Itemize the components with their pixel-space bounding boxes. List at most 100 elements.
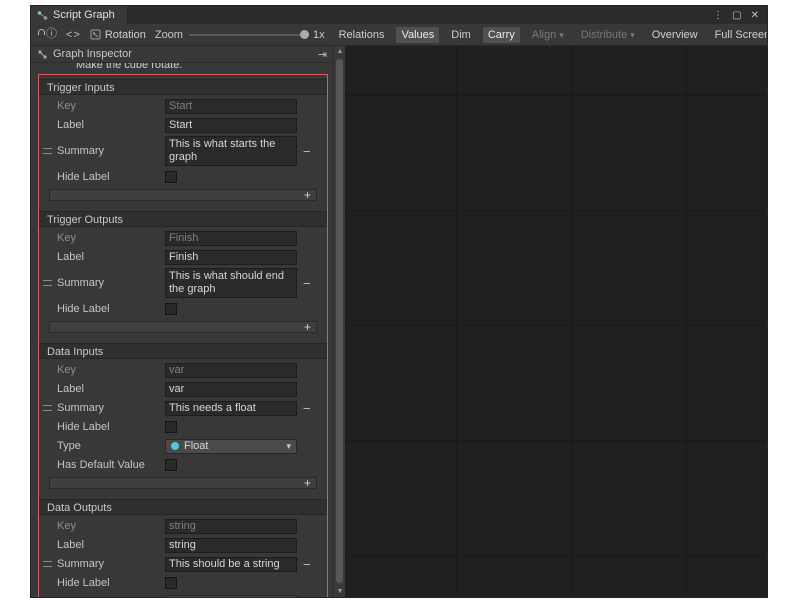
key-row: Key — [39, 517, 327, 535]
chevron-down-icon: ▾ — [559, 30, 564, 40]
label-input[interactable] — [165, 538, 297, 553]
section-data-inputs: Data Inputs Key Label — [39, 343, 327, 489]
tab-script-graph[interactable]: Script Graph — [31, 6, 127, 24]
summary-input[interactable] — [165, 401, 297, 416]
tab-title: Script Graph — [53, 9, 115, 21]
float-type-icon — [171, 442, 179, 450]
chevron-down-icon: ▾ — [630, 30, 635, 40]
inspector-icon — [37, 49, 48, 60]
summary-input[interactable]: This is what starts the graph — [165, 136, 297, 166]
window-close-icon[interactable]: ✕ — [751, 10, 759, 21]
add-item-button[interactable]: + — [304, 188, 311, 202]
desktop: Script Graph ⋮ ▢ ✕ ⓘ <> Rotation Zoo — [0, 0, 800, 600]
summary-row: Summary − — [39, 399, 327, 417]
zoom-value: 1x — [313, 29, 325, 41]
section-title: Trigger Inputs — [39, 79, 327, 95]
drag-handle-icon[interactable] — [43, 280, 52, 286]
summary-row: Summary This is what starts the graph − — [39, 135, 327, 167]
drag-handle-icon[interactable] — [43, 405, 52, 411]
graph-canvas[interactable] — [345, 46, 767, 597]
hide-label-checkbox[interactable] — [165, 577, 177, 589]
fullscreen-button[interactable]: Full Screen — [710, 27, 768, 43]
graph-inspector-header: Graph Inspector ⇥ — [31, 46, 333, 63]
type-value: String — [184, 596, 213, 597]
has-default-row: Has Default Value — [39, 456, 327, 474]
summary-row: Summary This is what should end the grap… — [39, 267, 327, 299]
summary-row: Summary − — [39, 555, 327, 573]
zoom-label: Zoom — [155, 29, 183, 41]
values-button[interactable]: Values — [396, 27, 439, 43]
graph-summary-text: Make the cube rotate. — [76, 63, 333, 71]
section-trigger-outputs: Trigger Outputs Key Label — [39, 211, 327, 333]
drag-handle-icon[interactable] — [43, 148, 52, 154]
key-input — [165, 231, 297, 246]
hide-label-checkbox[interactable] — [165, 171, 177, 183]
key-input — [165, 519, 297, 534]
remove-item-button[interactable]: − — [303, 145, 311, 158]
list-footer: + — [49, 477, 317, 489]
chevron-down-icon: ▾ — [286, 597, 291, 598]
script-graph-window: Script Graph ⋮ ▢ ✕ ⓘ <> Rotation Zoo — [30, 5, 768, 598]
label-input[interactable] — [165, 250, 297, 265]
window-maximize-icon[interactable]: ▢ — [732, 10, 741, 21]
summary-input[interactable] — [165, 557, 297, 572]
dim-button[interactable]: Dim — [446, 27, 476, 43]
carry-button[interactable]: Carry — [483, 27, 520, 43]
key-row: Key — [39, 97, 327, 115]
inspector-scrollbar[interactable]: ▲ ▼ — [333, 46, 345, 597]
label-row: Label — [39, 536, 327, 554]
code-icon[interactable]: <> — [66, 29, 81, 41]
list-footer: + — [49, 189, 317, 201]
type-dropdown[interactable]: String ▾ — [165, 595, 297, 598]
key-input — [165, 99, 297, 114]
hide-label-row: Hide Label — [39, 168, 327, 186]
align-button[interactable]: Align▾ — [527, 27, 569, 43]
section-title: Data Outputs — [39, 499, 327, 515]
label-input[interactable] — [165, 382, 297, 397]
inspector-scroll-area: Make the cube rotate. Trigger Inputs Key — [31, 63, 333, 597]
hide-label-checkbox[interactable] — [165, 421, 177, 433]
section-data-outputs: Data Outputs Key Label — [39, 499, 327, 597]
section-title: Trigger Outputs — [39, 211, 327, 227]
graph-toolbar: ⓘ <> Rotation Zoom 1x Relations Values D… — [31, 24, 767, 46]
zoom-slider-knob[interactable] — [300, 30, 309, 39]
zoom-slider[interactable] — [189, 34, 307, 36]
section-title: Data Inputs — [39, 343, 327, 359]
remove-item-button[interactable]: − — [303, 402, 311, 415]
add-item-button[interactable]: + — [304, 476, 311, 490]
remove-item-button[interactable]: − — [303, 277, 311, 290]
relations-button[interactable]: Relations — [334, 27, 390, 43]
type-row: Type String ▾ — [39, 593, 327, 597]
add-item-button[interactable]: + — [304, 320, 311, 334]
info-icon[interactable]: ⓘ — [46, 29, 57, 40]
key-input — [165, 363, 297, 378]
remove-item-button[interactable]: − — [303, 558, 311, 571]
hide-label-row: Hide Label — [39, 574, 327, 592]
key-row: Key — [39, 229, 327, 247]
type-value: Float — [184, 440, 208, 452]
has-default-checkbox[interactable] — [165, 459, 177, 471]
hide-label-row: Hide Label — [39, 418, 327, 436]
overview-button[interactable]: Overview — [647, 27, 703, 43]
graph-asset-icon — [90, 29, 101, 40]
graph-inspector-panel: Graph Inspector ⇥ Make the cube rotate. … — [31, 46, 333, 597]
window-menu-icon[interactable]: ⋮ — [713, 10, 723, 21]
label-row: Label — [39, 116, 327, 134]
type-dropdown[interactable]: Float ▾ — [165, 439, 297, 454]
tab-bar: Script Graph ⋮ ▢ ✕ — [31, 6, 767, 24]
tab-strip-empty — [127, 6, 713, 24]
chevron-down-icon: ▾ — [286, 441, 291, 452]
drag-handle-icon[interactable] — [43, 561, 52, 567]
dock-icon[interactable]: ⇥ — [318, 48, 327, 61]
hide-label-checkbox[interactable] — [165, 303, 177, 315]
script-graph-icon — [37, 10, 48, 21]
list-footer: + — [49, 321, 317, 333]
label-input[interactable] — [165, 118, 297, 133]
distribute-button[interactable]: Distribute▾ — [576, 27, 640, 43]
hide-label-row: Hide Label — [39, 300, 327, 318]
label-row: Label — [39, 248, 327, 266]
summary-input[interactable]: This is what should end the graph — [165, 268, 297, 298]
scrollbar-thumb[interactable] — [336, 59, 343, 583]
key-row: Key — [39, 361, 327, 379]
label-row: Label — [39, 380, 327, 398]
